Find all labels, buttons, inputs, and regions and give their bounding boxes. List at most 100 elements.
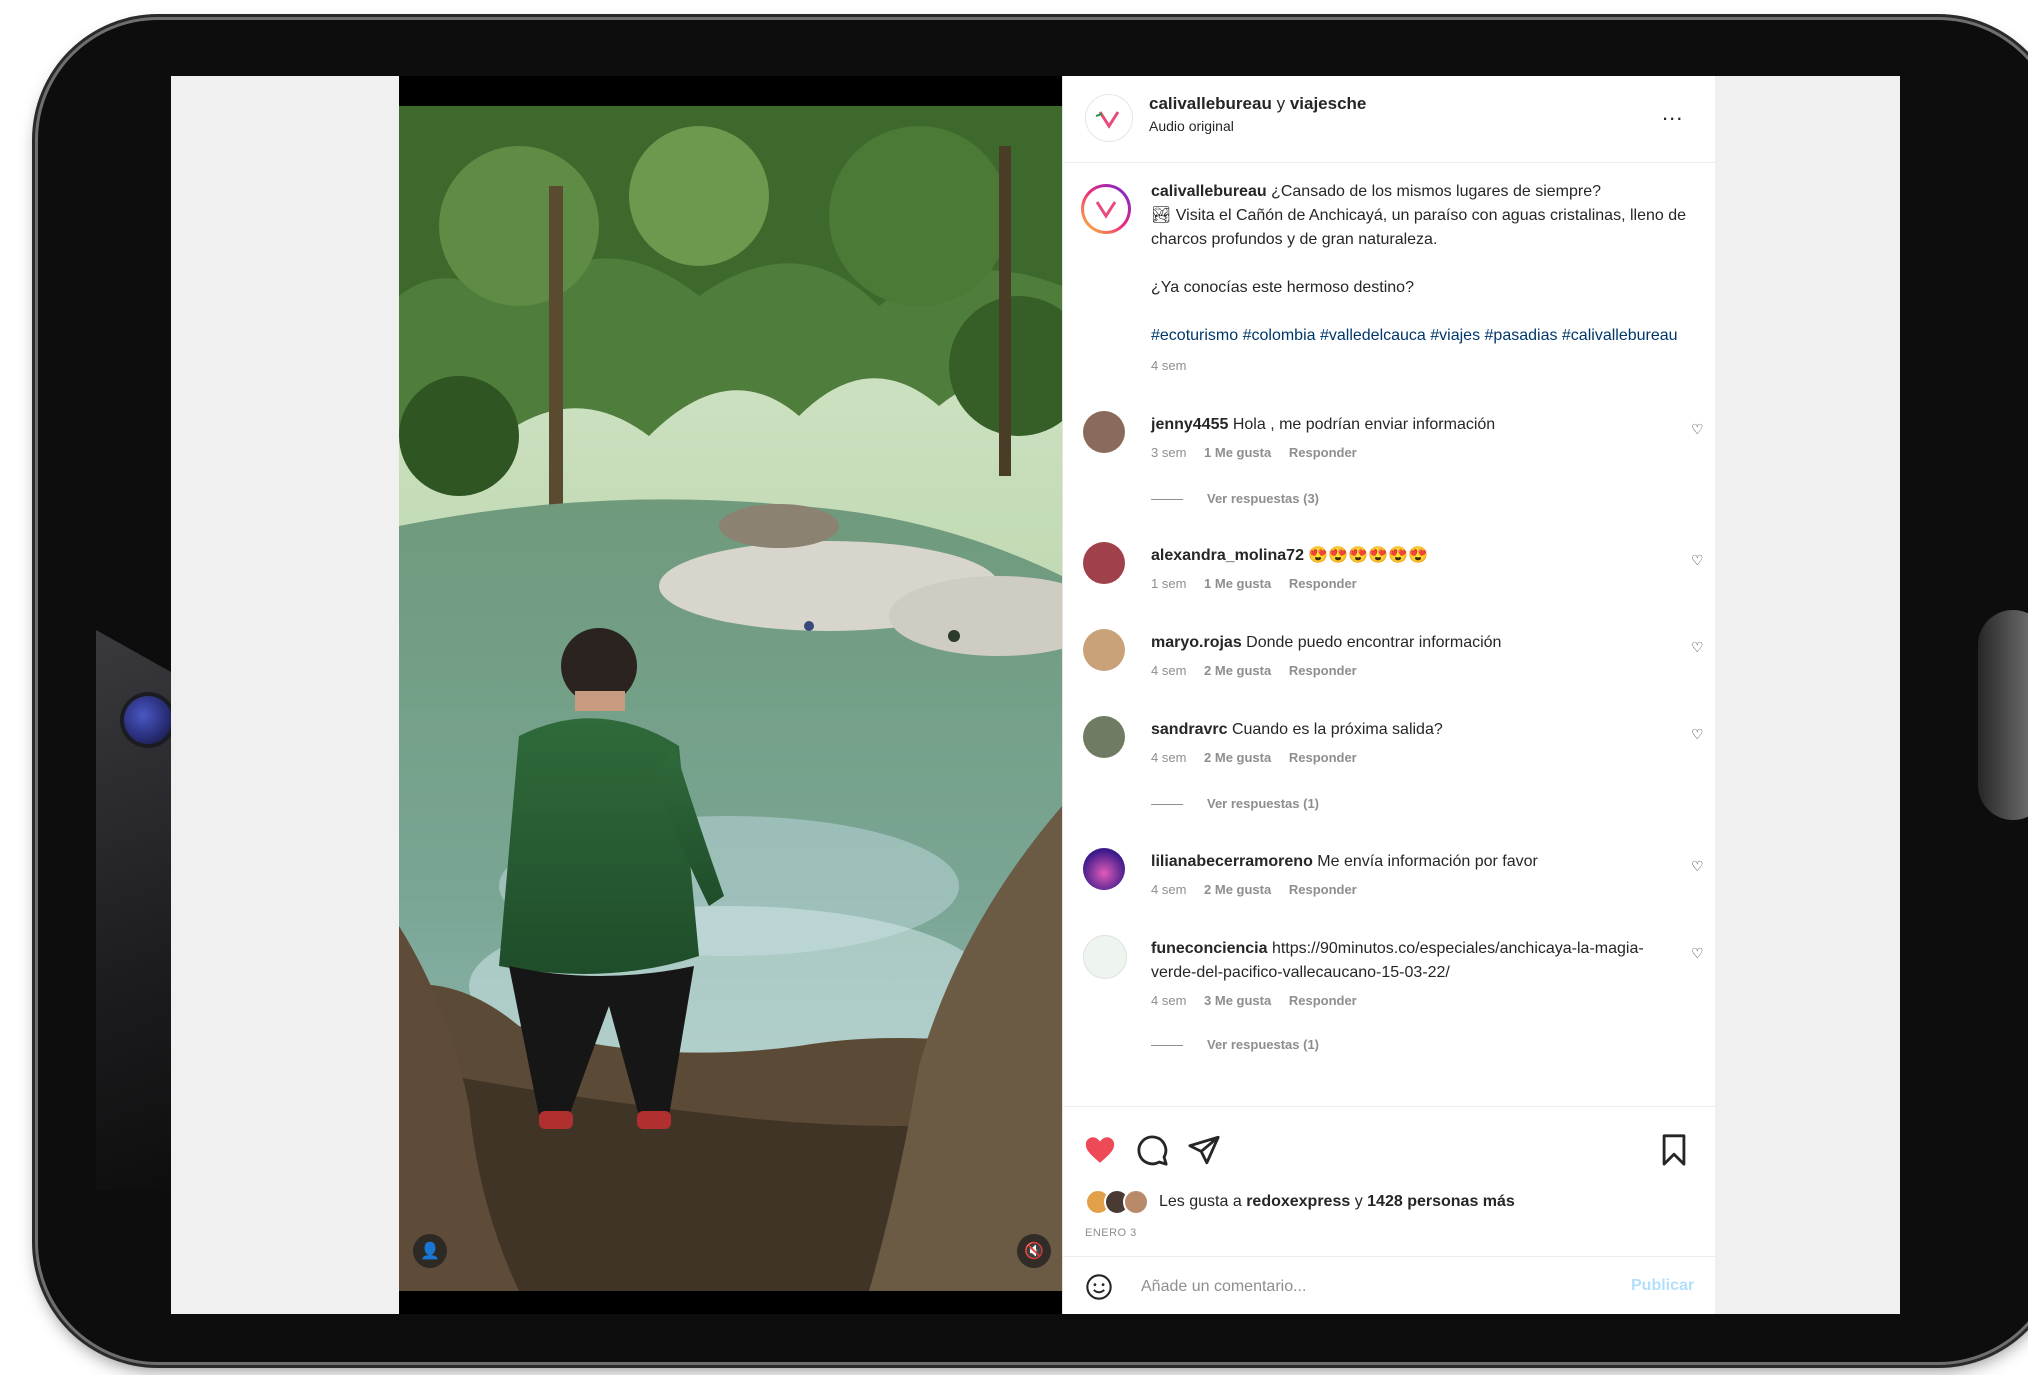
user-tag-icon[interactable]: 👤 xyxy=(413,1234,447,1268)
comment-time: 1 sem xyxy=(1151,576,1187,591)
comment-avatar[interactable] xyxy=(1083,848,1125,890)
comment-text: Hola , me podrían enviar información xyxy=(1232,416,1496,433)
view-replies-button[interactable]: Ver respuestas (3) xyxy=(1151,491,1319,506)
comment-heart-icon[interactable]: ♡ xyxy=(1691,945,1704,962)
video-frame[interactable] xyxy=(399,106,1062,1291)
tablet-side-button xyxy=(1978,610,2028,820)
comment-likes[interactable]: 2 Me gusta xyxy=(1204,663,1271,678)
comment-reply-button[interactable]: Responder xyxy=(1289,993,1357,1008)
comment-text: Donde puedo encontrar información xyxy=(1246,634,1502,651)
front-camera xyxy=(124,696,172,744)
post-media[interactable]: 👤 🔇 xyxy=(399,76,1062,1314)
comment-meta: 4 sem 3 Me gusta Responder xyxy=(1151,993,1371,1008)
comment-reply-button[interactable]: Responder xyxy=(1289,445,1357,460)
audio-label[interactable]: Audio original xyxy=(1149,118,1234,134)
comment-time: 4 sem xyxy=(1151,993,1187,1008)
comment-body: alexandra_molina72 😍😍😍😍😍😍 xyxy=(1151,544,1651,568)
caption-username[interactable]: calivallebureau xyxy=(1151,183,1267,200)
comment-heart-icon[interactable]: ♡ xyxy=(1691,421,1704,438)
caption-line2: Visita el Cañón de Anchicayá, un paraíso… xyxy=(1151,207,1687,248)
comment-input[interactable] xyxy=(1139,1271,1603,1303)
likes-prefix: Les gusta a xyxy=(1159,1193,1242,1210)
comment-meta: 4 sem 2 Me gusta Responder xyxy=(1151,750,1371,765)
caption-question: ¿Ya conocías este hermoso destino? xyxy=(1151,279,1414,296)
comment-username[interactable]: funeconciencia xyxy=(1151,940,1267,957)
publish-button[interactable]: Publicar xyxy=(1631,1277,1694,1295)
emoji-icon[interactable] xyxy=(1085,1273,1113,1301)
comment-reply-button[interactable]: Responder xyxy=(1289,750,1357,765)
comment-username[interactable]: alexandra_molina72 xyxy=(1151,547,1304,564)
bookmark-icon[interactable] xyxy=(1657,1133,1691,1167)
author-1-link[interactable]: calivallebureau xyxy=(1149,94,1272,113)
caption-avatar[interactable] xyxy=(1081,184,1131,234)
comment-reply-button[interactable]: Responder xyxy=(1289,576,1357,591)
comment-body: sandravrc Cuando es la próxima salida? xyxy=(1151,718,1651,742)
comment-username[interactable]: sandravrc xyxy=(1151,721,1228,738)
likes-joiner: y xyxy=(1354,1193,1363,1210)
comment-body: lilianabecerramoreno Me envía informació… xyxy=(1151,850,1651,874)
comment-username[interactable]: maryo.rojas xyxy=(1151,634,1242,651)
header-authors: calivallebureau y viajesche xyxy=(1149,94,1366,114)
brand-logo-icon xyxy=(1095,201,1117,219)
heart-icon[interactable] xyxy=(1083,1133,1117,1167)
comment-body: maryo.rojas Donde puedo encontrar inform… xyxy=(1151,631,1651,655)
comment-meta: 1 sem 1 Me gusta Responder xyxy=(1151,576,1371,591)
caption-line1: ¿Cansado de los mismos lugares de siempr… xyxy=(1271,183,1602,200)
liker-avatar xyxy=(1123,1189,1149,1215)
comment-reply-button[interactable]: Responder xyxy=(1289,663,1357,678)
comment-heart-icon[interactable]: ♡ xyxy=(1691,639,1704,656)
comment-likes[interactable]: 1 Me gusta xyxy=(1204,576,1271,591)
comment-likes[interactable]: 2 Me gusta xyxy=(1204,882,1271,897)
comment-likes[interactable]: 3 Me gusta xyxy=(1204,993,1271,1008)
comment-body: jenny4455 Hola , me podrían enviar infor… xyxy=(1151,413,1651,437)
comment-likes[interactable]: 2 Me gusta xyxy=(1204,750,1271,765)
comment-meta: 4 sem 2 Me gusta Responder xyxy=(1151,663,1371,678)
add-comment-bar: Publicar xyxy=(1063,1256,1715,1314)
brand-logo-icon xyxy=(1095,111,1120,129)
comment-meta: 4 sem 2 Me gusta Responder xyxy=(1151,882,1371,897)
comment-avatar[interactable] xyxy=(1083,411,1125,453)
comment-time: 4 sem xyxy=(1151,750,1187,765)
comment-avatar[interactable] xyxy=(1083,629,1125,671)
post-date: ENERO 3 xyxy=(1085,1227,1137,1239)
screen: 👤 🔇 calivallebureau y viajesche Audio or… xyxy=(171,76,1900,1314)
comment-heart-icon[interactable]: ♡ xyxy=(1691,726,1704,743)
comment-avatar[interactable] xyxy=(1083,935,1127,979)
view-replies-button[interactable]: Ver respuestas (1) xyxy=(1151,1037,1319,1052)
comment-heart-icon[interactable]: ♡ xyxy=(1691,858,1704,875)
comment-text: Cuando es la próxima salida? xyxy=(1231,721,1443,738)
author-2-link[interactable]: viajesche xyxy=(1290,94,1367,113)
comment-text: Me envía información por favor xyxy=(1317,853,1538,870)
header-avatar[interactable] xyxy=(1085,94,1133,142)
post-header: calivallebureau y viajesche Audio origin… xyxy=(1063,76,1715,163)
share-icon[interactable] xyxy=(1187,1133,1221,1167)
comment-heart-icon[interactable]: ♡ xyxy=(1691,552,1704,569)
comment-meta: 3 sem 1 Me gusta Responder xyxy=(1151,445,1371,460)
comment-icon[interactable] xyxy=(1135,1133,1169,1167)
likes-others[interactable]: 1428 personas más xyxy=(1367,1193,1515,1211)
mute-icon[interactable]: 🔇 xyxy=(1017,1234,1051,1268)
post-actions: Les gusta a redoxexpress y 1428 personas… xyxy=(1063,1106,1715,1267)
comment-avatar[interactable] xyxy=(1083,716,1125,758)
author-joiner: y xyxy=(1276,94,1286,113)
comment-username[interactable]: lilianabecerramoreno xyxy=(1151,853,1313,870)
view-replies-button[interactable]: Ver respuestas (1) xyxy=(1151,796,1319,811)
comment-time: 3 sem xyxy=(1151,445,1187,460)
comment-body: funeconciencia https://90minutos.co/espe… xyxy=(1151,937,1651,985)
likes-first-user[interactable]: redoxexpress xyxy=(1246,1193,1350,1211)
comment-reply-button[interactable]: Responder xyxy=(1289,882,1357,897)
comment-time: 4 sem xyxy=(1151,882,1187,897)
caption-time: 4 sem xyxy=(1151,358,1187,373)
likes-avatars[interactable] xyxy=(1085,1189,1149,1215)
comment-time: 4 sem xyxy=(1151,663,1187,678)
comment-username[interactable]: jenny4455 xyxy=(1151,416,1228,433)
more-options-button[interactable]: ... xyxy=(1662,100,1683,126)
landscape-emoji-icon: 🏞 xyxy=(1151,207,1172,224)
post-panel: calivallebureau y viajesche Audio origin… xyxy=(1062,76,1715,1314)
caption-text: calivallebureau ¿Cansado de los mismos l… xyxy=(1151,180,1691,378)
likes-summary: Les gusta a redoxexpress y 1428 personas… xyxy=(1085,1189,1515,1215)
caption-hashtags[interactable]: #ecoturismo #colombia #valledelcauca #vi… xyxy=(1151,324,1691,348)
comment-text: 😍😍😍😍😍😍 xyxy=(1308,547,1428,564)
comment-likes[interactable]: 1 Me gusta xyxy=(1204,445,1271,460)
comment-avatar[interactable] xyxy=(1083,542,1125,584)
